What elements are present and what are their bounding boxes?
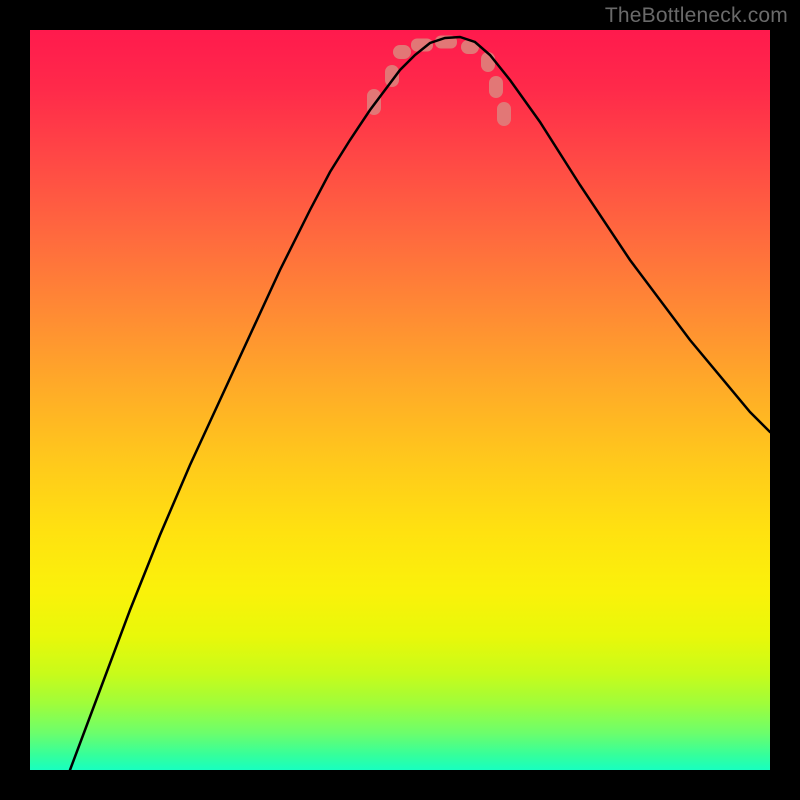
chart-svg <box>30 30 770 770</box>
chart-frame: TheBottleneck.com <box>0 0 800 800</box>
marker-dot <box>497 102 511 126</box>
marker-dot <box>489 76 503 98</box>
flat-region-markers <box>367 36 511 127</box>
bottleneck-curve <box>70 37 770 770</box>
marker-dot <box>393 45 411 59</box>
plot-area <box>30 30 770 770</box>
marker-dot <box>481 52 495 72</box>
watermark-text: TheBottleneck.com <box>605 4 788 28</box>
